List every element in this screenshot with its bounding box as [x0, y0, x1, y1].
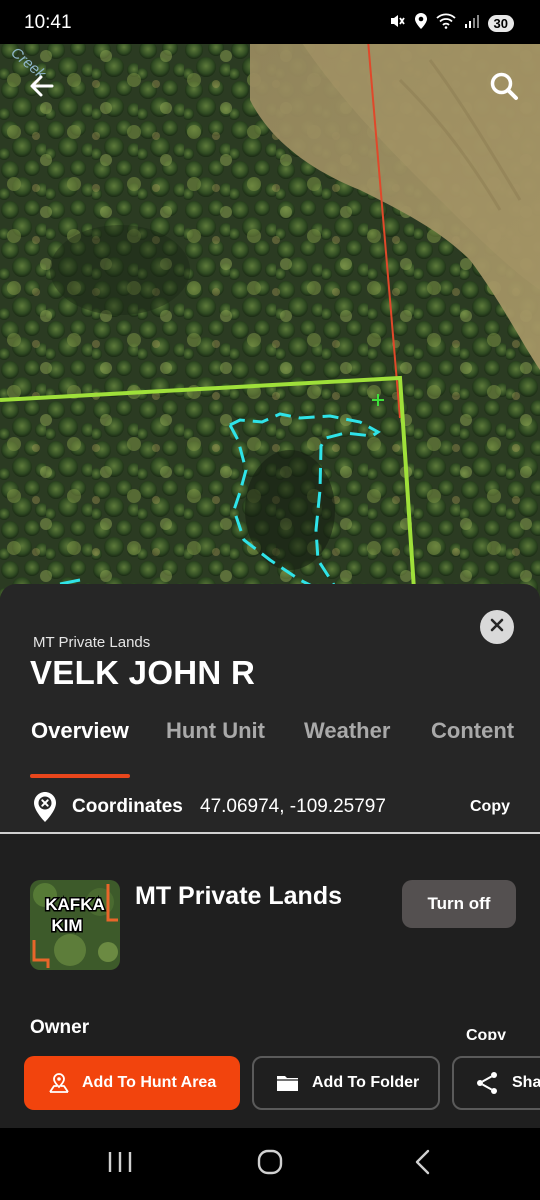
add-to-folder-label: Add To Folder: [312, 1074, 420, 1091]
active-tab-indicator: [30, 774, 130, 778]
arrow-left-icon: [28, 72, 56, 105]
recent-apps-icon: [107, 1150, 133, 1179]
hunt-area-pin-icon: [48, 1072, 70, 1094]
turn-off-button[interactable]: Turn off: [402, 880, 516, 928]
status-time: 10:41: [24, 12, 72, 33]
add-to-folder-button[interactable]: Add To Folder: [252, 1056, 440, 1110]
status-bar: 10:41 30: [0, 0, 540, 44]
tab-overview[interactable]: Overview: [31, 718, 129, 744]
status-icons: 30: [388, 12, 514, 35]
tab-hunt-unit[interactable]: Hunt Unit: [166, 718, 265, 744]
owner-label: Owner: [30, 1017, 90, 1038]
chevron-left-icon: [414, 1149, 432, 1180]
home-icon: [257, 1149, 283, 1180]
system-nav-bar: [0, 1128, 540, 1200]
parcel-title: VELK JOHN R: [30, 654, 256, 691]
satellite-map: Creek: [0, 40, 540, 620]
share-button[interactable]: Sha: [452, 1056, 540, 1110]
tab-bar: Overview Hunt Unit Weather Content: [0, 714, 540, 778]
layer-name: MT Private Lands: [135, 882, 342, 910]
close-button[interactable]: [480, 610, 514, 644]
battery-indicator: 30: [487, 15, 514, 32]
location-icon: [414, 12, 428, 35]
tab-weather[interactable]: Weather: [304, 718, 390, 744]
system-back-button[interactable]: [398, 1148, 448, 1180]
recent-apps-button[interactable]: [95, 1148, 145, 1180]
coordinates-label: Coordinates: [72, 796, 183, 817]
coordinates-value: 47.06974, -109.25797: [200, 796, 386, 817]
search-icon: [489, 71, 519, 106]
app-screen: 10:41 30 Creek MT Private Lands VELK JOH…: [0, 0, 540, 1200]
search-button[interactable]: [482, 66, 526, 110]
map-view[interactable]: Creek: [0, 40, 540, 620]
home-button[interactable]: [245, 1148, 295, 1180]
location-pin-x-icon: [33, 791, 57, 828]
tab-content[interactable]: Content: [431, 718, 514, 744]
layer-thumbnail: KAFKA KIM: [30, 880, 120, 970]
wifi-icon: [435, 13, 456, 34]
add-to-hunt-area-label: Add To Hunt Area: [82, 1074, 217, 1091]
folder-icon: [276, 1073, 300, 1093]
copy-coordinates-button[interactable]: Copy: [470, 798, 510, 816]
share-label: Sha: [512, 1074, 540, 1091]
signal-icon: [464, 13, 480, 34]
action-bar: Add To Hunt Area Add To Folder Sha: [0, 1040, 540, 1128]
thumbnail-label-line1: KAFKA: [45, 895, 105, 914]
share-icon: [474, 1070, 500, 1096]
mute-icon: [388, 12, 406, 35]
coordinates-row: Coordinates 47.06974, -109.25797 Copy: [0, 784, 540, 832]
close-icon: [489, 617, 505, 638]
thumbnail-label-line2: KIM: [51, 916, 82, 935]
back-button[interactable]: [20, 66, 64, 110]
add-to-hunt-area-button[interactable]: Add To Hunt Area: [24, 1056, 240, 1110]
layer-label: MT Private Lands: [33, 634, 151, 651]
